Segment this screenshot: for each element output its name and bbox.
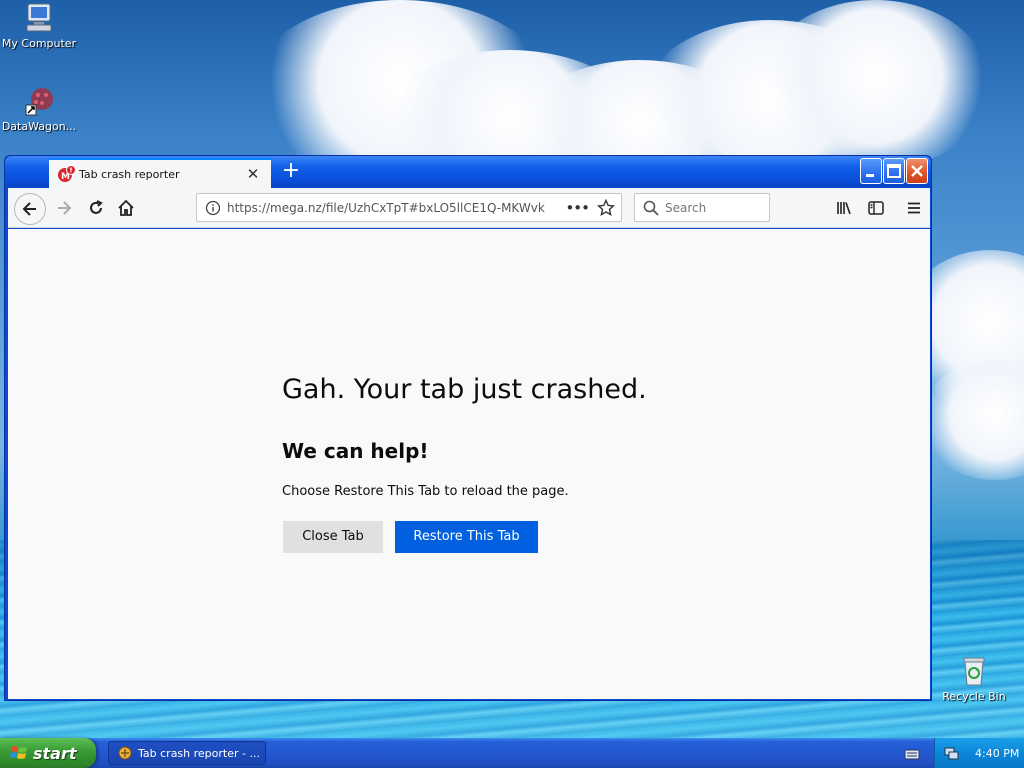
- tab-title: Tab crash reporter: [79, 167, 180, 181]
- crashed-tab-icon: M: [57, 165, 76, 183]
- hamburger-menu-icon: [908, 202, 920, 214]
- tab-crash-reporter[interactable]: M Tab crash reporter ✕: [49, 158, 271, 188]
- bookmark-star-icon[interactable]: [597, 198, 615, 217]
- url-bar[interactable]: https://mega.nz/file/UzhCxTpT#bxLO5llCE1…: [196, 193, 622, 222]
- computer-icon: [22, 2, 56, 34]
- sidebar-toggle-button[interactable]: [862, 194, 890, 222]
- taskbar-item-label: Tab crash reporter - ...: [138, 746, 260, 760]
- taskbar: start Tab crash reporter - ... 4:40 PM: [0, 738, 1024, 768]
- url-text[interactable]: https://mega.nz/file/UzhCxTpT#bxLO5llCE1…: [227, 201, 557, 215]
- minimize-button[interactable]: [860, 158, 882, 184]
- start-button[interactable]: start: [0, 738, 96, 768]
- start-label: start: [33, 743, 77, 763]
- forward-button[interactable]: [50, 194, 78, 222]
- taskbar-item-browser[interactable]: Tab crash reporter - ...: [108, 741, 266, 765]
- arrow-right-icon: [58, 201, 72, 215]
- windows-logo-icon: [10, 746, 27, 759]
- reload-icon: [90, 200, 103, 214]
- browser-window: M Tab crash reporter ✕ + https://mega.nz…: [4, 155, 932, 701]
- info-icon[interactable]: [205, 200, 221, 216]
- desktop-icon-datawagon[interactable]: DataWagon...: [0, 85, 78, 133]
- network-icon[interactable]: [943, 745, 959, 761]
- search-placeholder: Search: [665, 200, 707, 215]
- menu-button[interactable]: [900, 194, 928, 222]
- datawagon-icon: [22, 85, 56, 117]
- navigation-toolbar: https://mega.nz/file/UzhCxTpT#bxLO5llCE1…: [8, 188, 930, 228]
- back-button[interactable]: [14, 193, 46, 225]
- sidebar-icon: [868, 201, 884, 215]
- desktop-icon-label: Recycle Bin: [942, 690, 1006, 703]
- keyboard-icon[interactable]: [904, 746, 920, 765]
- desktop-icon-label: My Computer: [1, 37, 77, 50]
- new-tab-button[interactable]: +: [279, 160, 303, 184]
- desktop-icon-recycle-bin[interactable]: Recycle Bin: [935, 655, 1013, 703]
- desktop-icon-label: DataWagon...: [1, 120, 77, 133]
- restore-tab-button[interactable]: Restore This Tab: [395, 521, 538, 553]
- crash-subtitle: We can help!: [282, 439, 429, 463]
- recycle-bin-icon: [957, 655, 991, 687]
- library-icon: [837, 202, 851, 215]
- reload-button[interactable]: [82, 194, 110, 222]
- maximize-button[interactable]: [883, 158, 905, 184]
- page-content: Gah. Your tab just crashed. We can help!…: [8, 229, 930, 699]
- clock[interactable]: 4:40 PM: [975, 747, 1019, 760]
- desktop-icon-my-computer[interactable]: My Computer: [0, 2, 78, 50]
- crash-message: Choose Restore This Tab to reload the pa…: [282, 484, 569, 499]
- close-tab-button[interactable]: Close Tab: [283, 521, 383, 553]
- window-titlebar[interactable]: M Tab crash reporter ✕ +: [5, 156, 931, 188]
- tab-close-icon[interactable]: ✕: [245, 165, 261, 183]
- crash-title: Gah. Your tab just crashed.: [282, 374, 647, 405]
- search-icon: [643, 200, 659, 216]
- home-icon: [118, 199, 134, 216]
- library-button[interactable]: [830, 194, 858, 222]
- page-actions-icon[interactable]: •••: [565, 199, 590, 217]
- search-box[interactable]: Search: [634, 193, 770, 222]
- system-tray: 4:40 PM: [934, 738, 1024, 768]
- home-button[interactable]: [112, 194, 140, 222]
- crash-reporter-icon: [118, 746, 132, 760]
- close-window-button[interactable]: [906, 158, 928, 184]
- arrow-left-icon: [22, 202, 36, 216]
